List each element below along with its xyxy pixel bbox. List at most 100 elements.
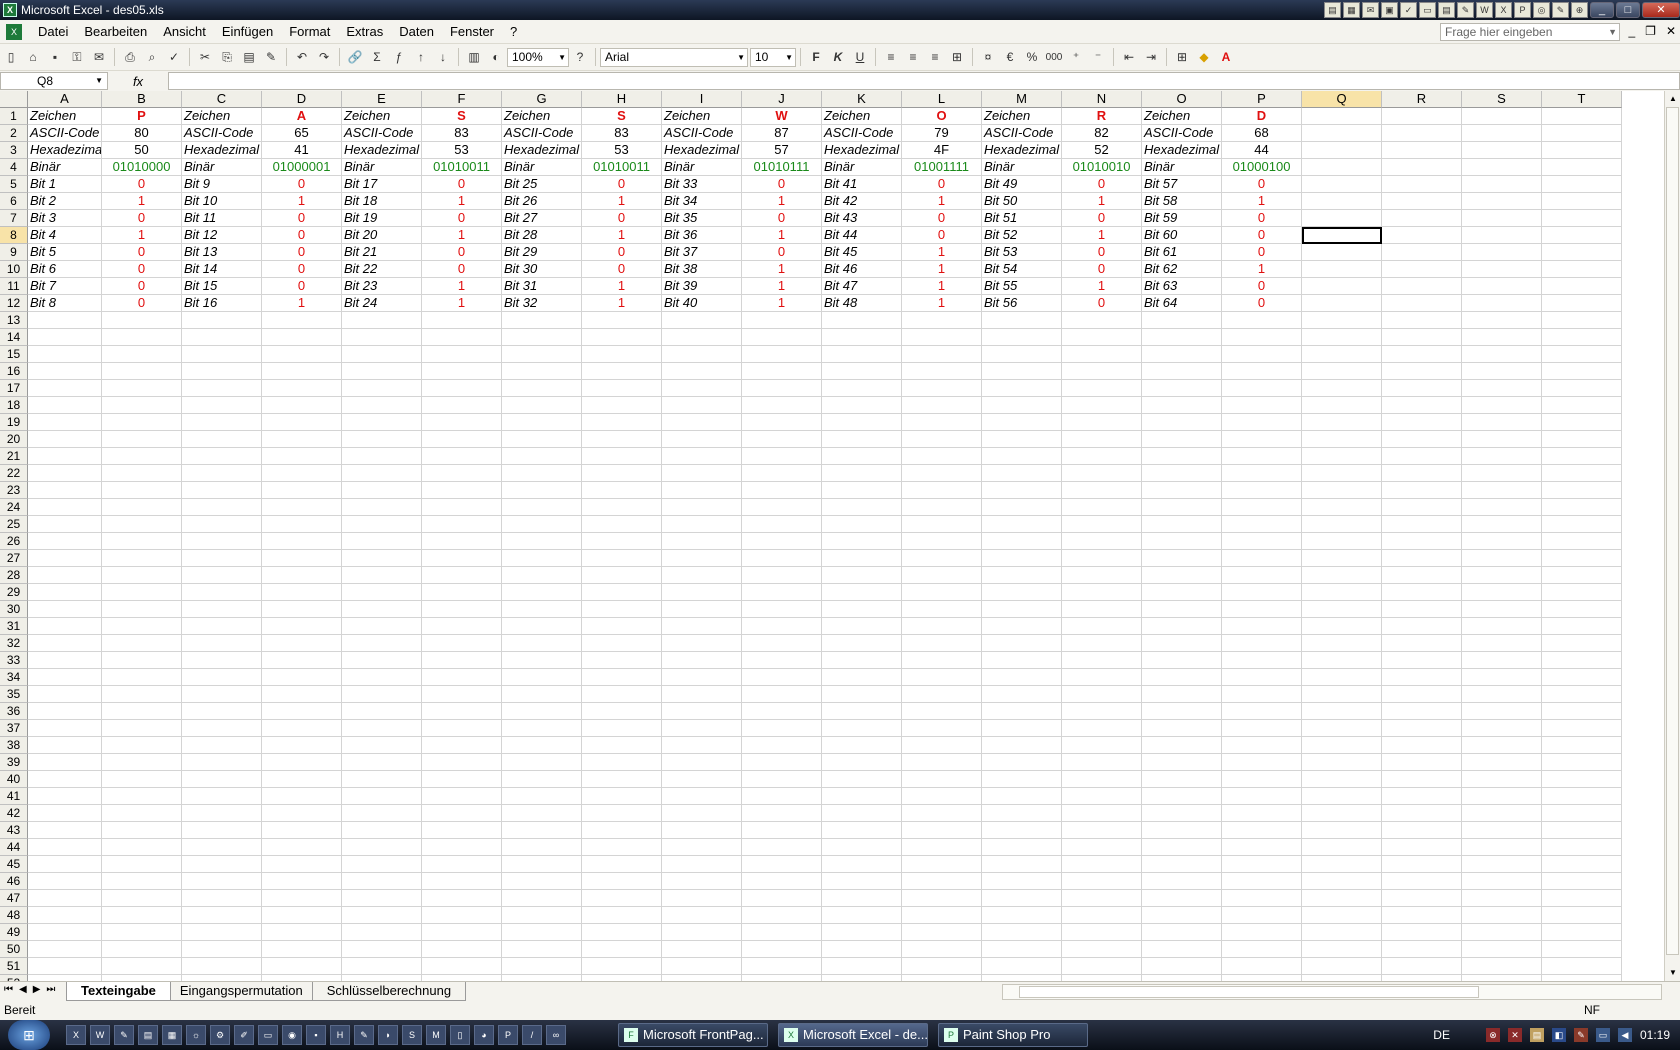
name-box[interactable]: Q8 ▼	[0, 72, 108, 90]
cell[interactable]	[1222, 771, 1302, 788]
cell[interactable]: Zeichen	[822, 108, 902, 125]
document-icon[interactable]: X	[6, 23, 22, 40]
cell[interactable]	[742, 720, 822, 737]
cell[interactable]	[28, 601, 102, 618]
cell[interactable]	[822, 686, 902, 703]
cell[interactable]: Binär	[662, 159, 742, 176]
cell[interactable]	[902, 890, 982, 907]
cell[interactable]: Binär	[822, 159, 902, 176]
cell[interactable]	[342, 584, 422, 601]
cell[interactable]	[1142, 737, 1222, 754]
cell[interactable]	[902, 482, 982, 499]
cell[interactable]	[1302, 329, 1382, 346]
cell[interactable]: ASCII-Code	[1142, 125, 1222, 142]
cell[interactable]: 0	[1062, 244, 1142, 261]
cell[interactable]	[742, 805, 822, 822]
network-icon[interactable]: ▭	[1595, 1028, 1610, 1042]
cell[interactable]	[1142, 839, 1222, 856]
cell[interactable]	[1462, 686, 1542, 703]
cell[interactable]	[1302, 516, 1382, 533]
cell[interactable]: 0	[422, 244, 502, 261]
cell[interactable]	[102, 890, 182, 907]
cell[interactable]	[822, 601, 902, 618]
cell[interactable]	[1302, 108, 1382, 125]
cell[interactable]: Bit 61	[1142, 244, 1222, 261]
cell[interactable]: Bit 14	[182, 261, 262, 278]
cell[interactable]	[102, 924, 182, 941]
cell[interactable]	[822, 550, 902, 567]
cell[interactable]	[1302, 465, 1382, 482]
cell[interactable]	[1542, 788, 1622, 805]
cell[interactable]: Bit 53	[982, 244, 1062, 261]
cell[interactable]	[1302, 363, 1382, 380]
cell[interactable]	[822, 329, 902, 346]
cell[interactable]	[1142, 414, 1222, 431]
cell[interactable]	[1062, 686, 1142, 703]
cell[interactable]	[1462, 601, 1542, 618]
cell[interactable]	[1462, 754, 1542, 771]
cell[interactable]	[742, 669, 822, 686]
cell[interactable]	[1062, 856, 1142, 873]
cell[interactable]	[422, 839, 502, 856]
cell[interactable]: Bit 60	[1142, 227, 1222, 244]
language-indicator[interactable]: DE	[1433, 1028, 1450, 1042]
cell[interactable]	[822, 805, 902, 822]
cell[interactable]: 0	[262, 244, 342, 261]
cell[interactable]	[1542, 669, 1622, 686]
cell[interactable]	[982, 924, 1062, 941]
cell[interactable]	[342, 839, 422, 856]
cell[interactable]: 44	[1222, 142, 1302, 159]
cell[interactable]	[262, 856, 342, 873]
cell[interactable]	[102, 839, 182, 856]
cell[interactable]: Hexadezimal	[1142, 142, 1222, 159]
cell[interactable]	[1382, 210, 1462, 227]
cell[interactable]	[502, 839, 582, 856]
cell[interactable]: ASCII-Code	[982, 125, 1062, 142]
cell[interactable]	[182, 686, 262, 703]
cell[interactable]	[1302, 125, 1382, 142]
copy-icon[interactable]: ⎘	[216, 47, 238, 67]
cell[interactable]	[28, 380, 102, 397]
cell[interactable]	[182, 448, 262, 465]
cell[interactable]	[28, 465, 102, 482]
cell[interactable]	[1462, 176, 1542, 193]
cell[interactable]	[182, 363, 262, 380]
cell[interactable]	[1382, 873, 1462, 890]
cell[interactable]	[182, 618, 262, 635]
cell[interactable]: 0	[102, 295, 182, 312]
cell[interactable]	[28, 686, 102, 703]
cell[interactable]	[502, 380, 582, 397]
undo-icon[interactable]: ↶	[291, 47, 313, 67]
cell[interactable]	[1302, 567, 1382, 584]
cell[interactable]	[28, 703, 102, 720]
row-header[interactable]: 6	[0, 193, 28, 210]
cell[interactable]: 0	[902, 227, 982, 244]
quicklaunch-doc-icon[interactable]: ▯	[450, 1025, 470, 1045]
tab-schluesselberechnung[interactable]: Schlüsselberechnung	[311, 982, 467, 1001]
cell[interactable]	[982, 856, 1062, 873]
row-header[interactable]: 27	[0, 550, 28, 567]
cell[interactable]	[102, 448, 182, 465]
cell[interactable]	[1062, 788, 1142, 805]
cell[interactable]	[102, 550, 182, 567]
cell[interactable]	[1542, 142, 1622, 159]
cell[interactable]	[1542, 176, 1622, 193]
cell[interactable]: Bit 59	[1142, 210, 1222, 227]
cell[interactable]: 1	[422, 295, 502, 312]
cell[interactable]	[102, 380, 182, 397]
cell[interactable]	[342, 720, 422, 737]
menu-einfuegen[interactable]: Einfügen	[214, 24, 281, 39]
cell[interactable]	[28, 941, 102, 958]
cell[interactable]	[102, 346, 182, 363]
cell[interactable]	[1462, 737, 1542, 754]
cell[interactable]	[1542, 346, 1622, 363]
cell[interactable]	[502, 584, 582, 601]
cell[interactable]: Bit 4	[28, 227, 102, 244]
cell[interactable]: Bit 30	[502, 261, 582, 278]
task-excel[interactable]: X Microsoft Excel - de...	[778, 1023, 928, 1047]
cell[interactable]	[1062, 924, 1142, 941]
cell[interactable]	[742, 686, 822, 703]
cell[interactable]	[822, 346, 902, 363]
cell[interactable]	[422, 516, 502, 533]
font-size-select[interactable]: 10 ▼	[750, 47, 796, 67]
